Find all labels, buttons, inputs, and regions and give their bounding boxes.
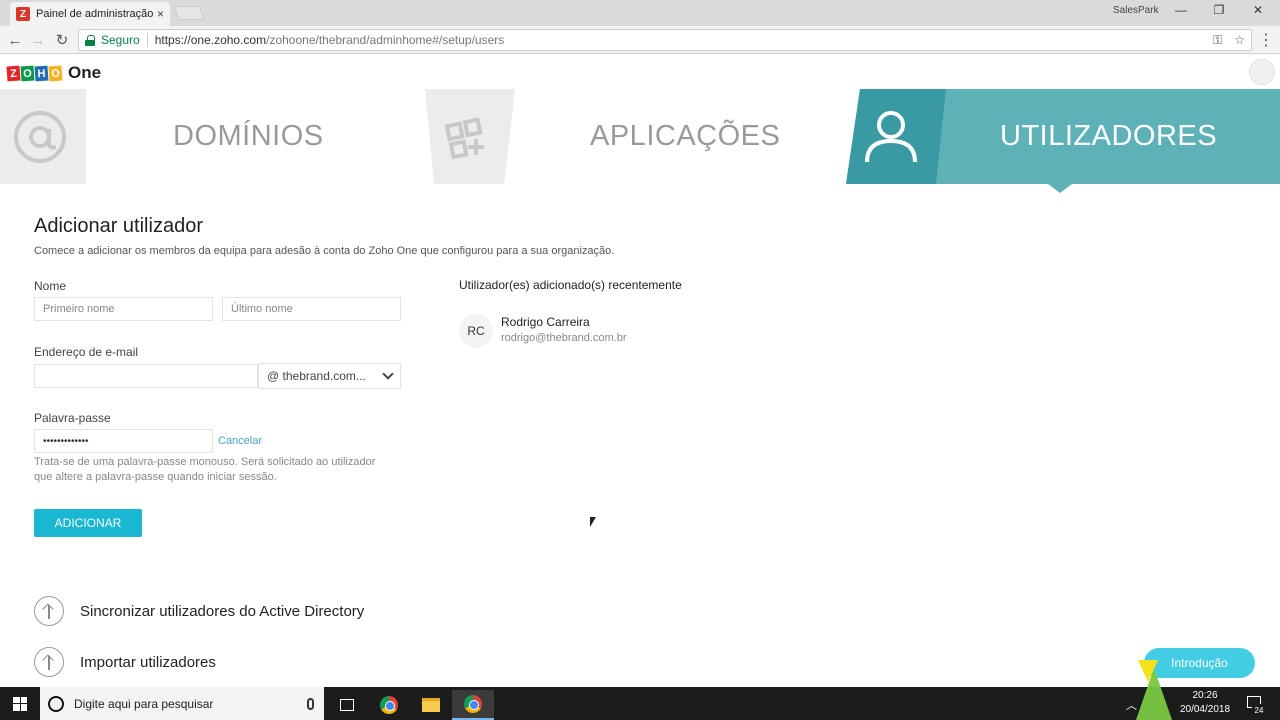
password-hint: Trata-se de uma palavra-passe monouso. S… — [34, 456, 376, 483]
omnibox-icons: ⚿ ☆ — [1213, 33, 1245, 48]
name-label: Nome — [34, 279, 67, 293]
zoho-favicon-icon: Z — [16, 7, 30, 21]
last-name-field[interactable]: Último nome — [222, 297, 401, 321]
add-user-button[interactable]: ADICIONAR — [34, 509, 142, 537]
domain-select[interactable]: @ thebrand.com... — [258, 363, 401, 389]
domain-value: @ thebrand.com... — [267, 369, 366, 383]
tab-title: Painel de administração — [36, 8, 153, 20]
user-email: rodrigo@thebrand.com.br — [501, 332, 627, 344]
chrome-icon — [464, 695, 482, 713]
taskbar-clock[interactable]: 20:26 20/04/2018 — [1172, 689, 1238, 717]
clock-time: 20:26 — [1192, 690, 1218, 701]
arrow-up-circle-icon — [34, 647, 64, 677]
url-text: https://one.zoho.com/zohoone/thebrand/ad… — [155, 33, 505, 47]
user-name[interactable]: Rodrigo Carreira — [501, 315, 590, 329]
profile-avatar[interactable] — [1249, 59, 1275, 85]
lock-icon — [85, 34, 95, 46]
nav-item-applications[interactable]: APLICAÇÕES — [590, 120, 780, 153]
taskbar-search-placeholder: Digite aqui para pesquisar — [74, 696, 214, 711]
back-icon[interactable]: ← — [5, 30, 25, 50]
page-subtitle: Comece a adicionar os membros da equipa … — [34, 245, 615, 257]
email-label: Endereço de e-mail — [34, 345, 139, 359]
url-divider — [146, 33, 148, 47]
taskbar-search-input[interactable]: Digite aqui para pesquisar — [40, 687, 324, 720]
cortana-icon — [48, 695, 64, 712]
taskbar-chrome-active-button[interactable] — [452, 690, 494, 720]
taskbar-chrome-button[interactable] — [368, 690, 410, 720]
logo-letter: Z — [6, 65, 21, 81]
new-tab-button[interactable] — [173, 6, 205, 20]
avatar: RC — [459, 314, 493, 348]
task-view-icon — [340, 699, 354, 711]
minimize-icon[interactable]: — — [1171, 3, 1191, 17]
watermark-logo-shape — [1138, 660, 1158, 682]
reload-icon[interactable]: ↻ — [52, 30, 72, 50]
menu-icon[interactable]: ⋮ — [1258, 30, 1274, 50]
user-icon — [865, 111, 917, 163]
chrome-icon — [380, 696, 398, 714]
secure-label: Seguro — [101, 33, 140, 47]
arrow-up-circle-icon — [34, 596, 64, 626]
app-header: Z O H O One — [0, 55, 1280, 89]
task-view-button[interactable] — [326, 690, 368, 720]
at-sign-icon — [14, 111, 66, 163]
admin-nav-banner: DOMÍNIOS APLICAÇÕES UTILIZADORES — [0, 89, 1280, 184]
star-icon[interactable]: ☆ — [1234, 33, 1245, 48]
recent-users-title: Utilizador(es) adicionado(s) recentement… — [459, 278, 682, 292]
tab-close-icon[interactable]: × — [157, 7, 164, 21]
url-domain: https://one.zoho.com — [154, 33, 267, 47]
windows-logo-icon — [13, 696, 27, 711]
page-title: Adicionar utilizador — [34, 215, 203, 237]
logo-letter: O — [20, 65, 35, 81]
windows-taskbar: Digite aqui para pesquisar ︿ 20:26 20/04… — [0, 687, 1280, 720]
browser-tab[interactable]: Z Painel de administração × — [10, 2, 170, 26]
product-name: One — [68, 63, 102, 82]
address-bar: ← → ↻ Seguro https://one.zoho.com/zohoon… — [0, 26, 1280, 54]
nav-item-domains[interactable]: DOMÍNIOS — [173, 120, 324, 153]
start-button[interactable] — [0, 687, 40, 720]
import-users-label: Importar utilizadores — [80, 653, 216, 671]
email-field[interactable] — [34, 364, 258, 388]
notification-badge: 24 — [1252, 704, 1266, 716]
folder-icon — [422, 698, 440, 712]
zoho-one-logo[interactable]: Z O H O One — [6, 63, 102, 83]
apps-grid-icon — [444, 117, 484, 160]
import-users-section[interactable]: Importar utilizadores — [34, 647, 216, 677]
browser-titlebar: Z Painel de administração × SalesPark — … — [0, 0, 1280, 26]
nav-item-users[interactable]: UTILIZADORES — [1000, 120, 1217, 153]
taskbar-explorer-button[interactable] — [410, 690, 452, 720]
password-field[interactable]: ••••••••••••• — [34, 429, 213, 453]
clock-date: 20/04/2018 — [1179, 704, 1231, 715]
cancel-link[interactable]: Cancelar — [218, 435, 262, 447]
active-nav-pointer — [1048, 184, 1072, 193]
restore-icon[interactable]: ❐ — [1209, 3, 1229, 17]
password-label: Palavra-passe — [34, 411, 111, 425]
sync-ad-label: Sincronizar utilizadores do Active Direc… — [80, 602, 365, 620]
key-icon[interactable]: ⚿ — [1213, 33, 1222, 48]
logo-letter: H — [34, 65, 49, 81]
sync-ad-section[interactable]: Sincronizar utilizadores do Active Direc… — [34, 596, 364, 626]
first-name-field[interactable]: Primeiro nome — [34, 297, 213, 321]
profile-label[interactable]: SalesPark — [1113, 5, 1159, 16]
close-window-icon[interactable]: ✕ — [1248, 3, 1268, 17]
chevron-down-icon — [382, 368, 394, 380]
mouse-cursor-icon — [590, 517, 596, 527]
url-path: /zohoone/thebrand/adminhome#/setup/users — [266, 33, 505, 47]
microphone-icon[interactable] — [307, 697, 314, 710]
url-input[interactable]: Seguro https://one.zoho.com/zohoone/theb… — [78, 29, 1252, 51]
forward-icon[interactable]: → — [28, 30, 48, 50]
logo-letter: O — [48, 65, 63, 81]
